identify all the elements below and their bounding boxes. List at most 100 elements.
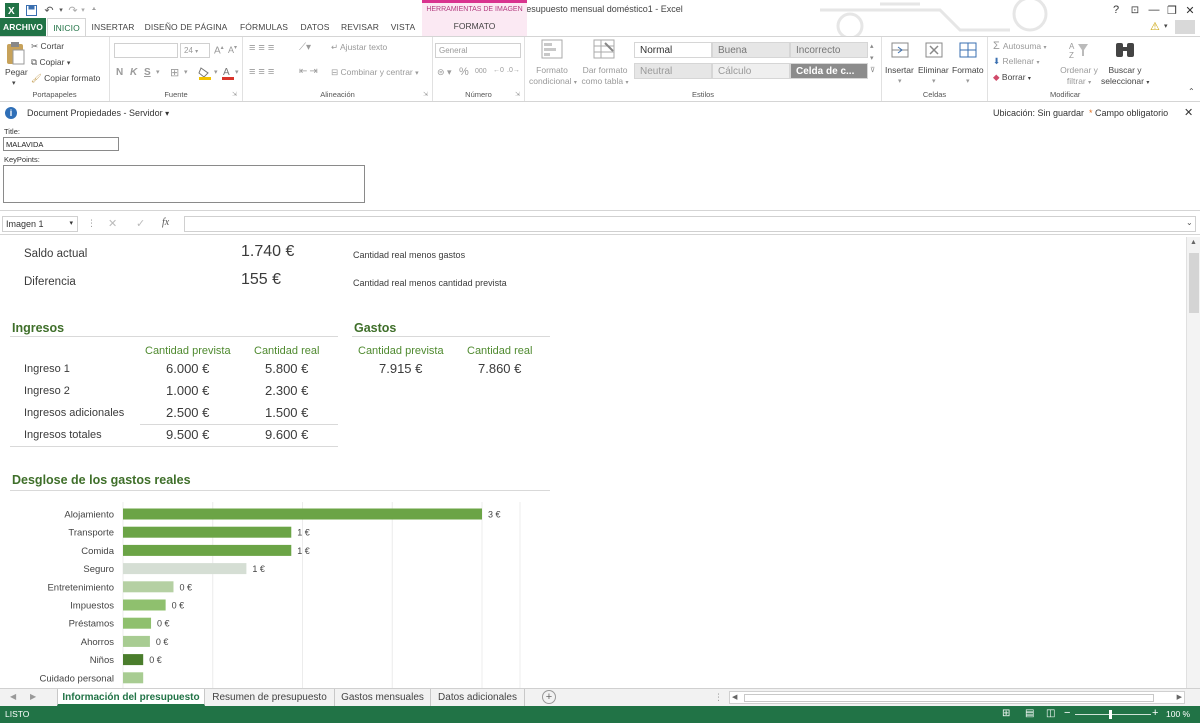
zoom-in-icon[interactable]: + xyxy=(1152,707,1158,719)
sort-filter-icon[interactable]: AZ xyxy=(1068,40,1090,60)
chart-bar[interactable] xyxy=(123,508,482,520)
style-buena[interactable]: Buena xyxy=(712,42,790,58)
sheet-tab-informacion[interactable]: Información del presupuesto xyxy=(57,689,205,706)
expand-formula-bar-icon[interactable]: ⌄ xyxy=(1186,218,1193,227)
fill-color-icon[interactable] xyxy=(198,66,212,80)
paste-button[interactable]: Pegar xyxy=(5,67,28,77)
horizontal-scroll-thumb[interactable] xyxy=(744,694,1154,702)
scroll-right-icon[interactable]: ▶ xyxy=(1177,693,1182,701)
zoom-slider-thumb[interactable] xyxy=(1109,710,1112,719)
conditional-format-icon[interactable] xyxy=(541,39,563,59)
vertical-scroll-thumb[interactable] xyxy=(1189,253,1199,313)
doc-props-header[interactable]: Document Propiedades - Servidor ▾ xyxy=(27,108,169,118)
tab-inicio[interactable]: INICIO xyxy=(47,18,86,36)
user-avatar[interactable] xyxy=(1175,20,1195,34)
tab-split-icon[interactable]: ⋮ xyxy=(714,692,723,703)
horizontal-align-icons[interactable]: ≡≡≡ xyxy=(249,66,277,78)
underline-dropdown-icon[interactable]: ▾ xyxy=(156,68,160,76)
tab-datos[interactable]: DATOS xyxy=(296,18,334,36)
help-button[interactable]: ? xyxy=(1108,2,1124,18)
sheet-tab-datos[interactable]: Datos adicionales xyxy=(431,689,525,706)
binoculars-icon[interactable] xyxy=(1114,39,1136,61)
fill-color-dropdown-icon[interactable]: ▾ xyxy=(214,68,218,76)
number-dialog-launcher-icon[interactable]: ⇲ xyxy=(515,91,520,98)
number-format-combo[interactable]: General xyxy=(435,43,521,58)
format-dropdown-icon[interactable]: ▾ xyxy=(966,77,970,85)
tab-diseno-pagina[interactable]: DISEÑO DE PÁGINA xyxy=(140,18,232,36)
name-box[interactable]: Imagen 1 ▾ xyxy=(2,216,78,232)
title-input[interactable]: MALAVIDA xyxy=(3,137,119,151)
confirm-entry-icon[interactable]: ✓ xyxy=(136,217,145,230)
font-color-dropdown-icon[interactable]: ▾ xyxy=(235,68,239,76)
ribbon-display-options-button[interactable]: ⊡ xyxy=(1127,2,1143,18)
merge-center-button[interactable]: ⊟ Combinar y centrar ▾ xyxy=(331,67,419,78)
tab-formato[interactable]: FORMATO xyxy=(422,21,527,31)
tab-vista[interactable]: VISTA xyxy=(386,18,420,36)
delete-cells-button[interactable]: Eliminar xyxy=(918,65,949,75)
next-sheet-icon[interactable]: ▶ xyxy=(30,692,36,701)
minimize-button[interactable]: — xyxy=(1146,2,1162,18)
tab-insertar[interactable]: INSERTAR xyxy=(88,18,138,36)
sort-filter-button[interactable]: Ordenar y filtrar ▾ xyxy=(1058,65,1100,89)
account-dropdown-icon[interactable]: ▾ xyxy=(1164,22,1168,30)
increase-decimal-icon[interactable]: ←0 xyxy=(493,67,504,74)
indent-icons[interactable]: ⇤⇥ xyxy=(299,66,320,77)
vertical-align-icons[interactable]: ≡≡≡ xyxy=(249,42,277,54)
close-button[interactable]: ✕ xyxy=(1182,2,1198,18)
style-incorrecto[interactable]: Incorrecto xyxy=(790,42,868,58)
style-neutral[interactable]: Neutral xyxy=(634,63,712,79)
cancel-entry-icon[interactable]: ✕ xyxy=(108,217,117,230)
delete-cells-icon[interactable] xyxy=(924,40,944,60)
format-painter-button[interactable]: 🖌 Copiar formato xyxy=(31,73,100,84)
expense-breakdown-chart[interactable]: Alojamiento 3 € Transporte 1 € Comida 1 € Segu… xyxy=(0,502,560,688)
page-break-view-icon[interactable]: ◫ xyxy=(1046,708,1055,719)
chart-bar[interactable] xyxy=(123,526,292,538)
chart-bar[interactable] xyxy=(123,635,150,647)
zoom-slider-track[interactable] xyxy=(1075,714,1151,715)
vertical-scrollbar[interactable]: ▲ xyxy=(1186,237,1200,688)
paste-dropdown-icon[interactable]: ▾ xyxy=(12,79,16,87)
styles-scroll-icons[interactable]: ▴ ▾ ⊽ xyxy=(870,41,875,77)
tab-archivo[interactable]: ARCHIVO xyxy=(0,18,46,36)
insert-cells-button[interactable]: Insertar xyxy=(885,65,914,75)
autosum-button[interactable]: Σ Autosuma ▾ xyxy=(993,40,1047,52)
font-dialog-launcher-icon[interactable]: ⇲ xyxy=(232,91,237,98)
bold-button[interactable]: N xyxy=(116,67,123,78)
borders-dropdown-icon[interactable]: ▾ xyxy=(184,68,188,76)
font-name-combo[interactable] xyxy=(114,43,178,58)
horizontal-scrollbar[interactable]: ◀ ▶ xyxy=(729,691,1185,704)
tab-formulas[interactable]: FÓRMULAS xyxy=(234,18,294,36)
orientation-icon[interactable]: ⟋▾ xyxy=(299,42,311,53)
alignment-dialog-launcher-icon[interactable]: ⇲ xyxy=(423,91,428,98)
zoom-out-icon[interactable]: − xyxy=(1064,707,1070,719)
page-layout-view-icon[interactable]: ▤ xyxy=(1025,708,1034,719)
format-as-table-button[interactable]: Dar formato como tabla ▾ xyxy=(577,65,633,89)
normal-view-icon[interactable]: ⊞ xyxy=(1002,708,1010,719)
chart-bar[interactable] xyxy=(123,617,152,629)
close-doc-props-icon[interactable]: ✕ xyxy=(1184,106,1193,119)
fill-button[interactable]: ⬇ Rellenar ▾ xyxy=(993,56,1040,67)
accounting-format-icon[interactable]: ⊜ ▾ xyxy=(437,67,452,78)
font-color-icon[interactable]: A xyxy=(222,65,234,80)
clear-button[interactable]: ◆ Borrar ▾ xyxy=(993,72,1031,83)
restore-button[interactable]: ❐ xyxy=(1164,2,1180,18)
insert-dropdown-icon[interactable]: ▾ xyxy=(898,77,902,85)
insert-cells-icon[interactable] xyxy=(890,40,910,60)
style-celda-control[interactable]: Celda de c... xyxy=(790,63,868,79)
italic-button[interactable]: K xyxy=(130,67,137,78)
conditional-format-button[interactable]: Formato condicional ▾ xyxy=(529,65,577,89)
font-size-combo[interactable]: 24 ▾ xyxy=(180,43,210,58)
chart-bar[interactable] xyxy=(123,563,247,575)
percent-style-icon[interactable]: % xyxy=(459,66,469,78)
prev-sheet-icon[interactable]: ◀ xyxy=(10,692,16,701)
find-select-button[interactable]: Buscar y seleccionar ▾ xyxy=(1101,65,1149,89)
scroll-up-icon[interactable]: ▲ xyxy=(1190,239,1197,246)
keypoints-input[interactable] xyxy=(3,165,365,203)
delete-dropdown-icon[interactable]: ▾ xyxy=(932,77,936,85)
scroll-left-icon[interactable]: ◀ xyxy=(732,693,737,701)
shrink-font-icon[interactable]: A▾ xyxy=(228,44,237,55)
worksheet[interactable]: Saldo actual 1.740 € Cantidad real menos… xyxy=(0,237,1186,688)
sheet-tab-gastos[interactable]: Gastos mensuales xyxy=(335,689,431,706)
warning-icon[interactable]: ⚠ xyxy=(1150,20,1160,33)
style-normal[interactable]: Normal xyxy=(634,42,712,58)
